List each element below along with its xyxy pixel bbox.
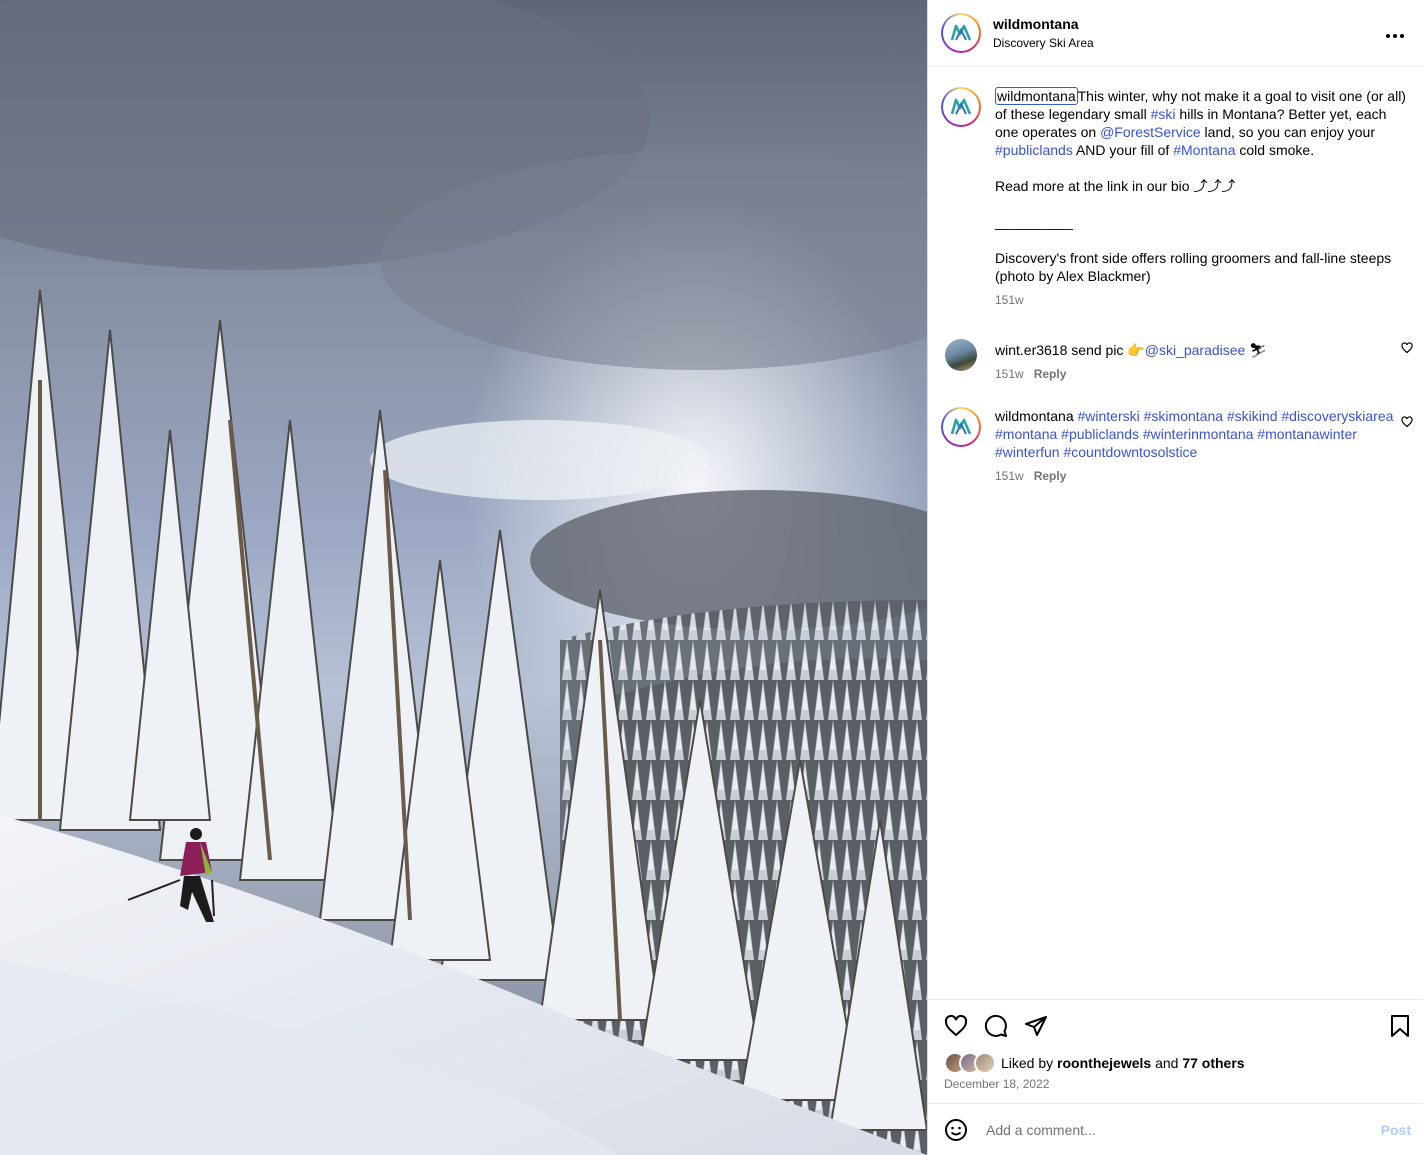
wildmontana-logo-icon — [950, 418, 972, 435]
caption-avatar[interactable] — [941, 87, 981, 127]
mention-link[interactable]: @ForestService — [1100, 124, 1201, 140]
comments-list[interactable]: wildmontana This winter, why not make it … — [928, 67, 1423, 999]
caption-text: wildmontana This winter, why not make it … — [995, 87, 1406, 158]
post-comment-button[interactable]: Post — [1381, 1122, 1411, 1138]
comment-item: wildmontana #winterski #skimontana #skik… — [941, 407, 1413, 485]
bookmark-icon — [1391, 1014, 1409, 1037]
comment-bubble-icon — [984, 1014, 1007, 1037]
wildmontana-logo-icon — [950, 98, 972, 115]
paper-plane-icon — [1025, 1015, 1047, 1036]
comment-username[interactable]: wildmontana — [995, 408, 1074, 424]
hashtag-link[interactable]: #publiclands — [995, 142, 1073, 158]
comment-button[interactable] — [984, 1014, 1008, 1038]
liker-avatars[interactable] — [944, 1052, 996, 1074]
commenter-avatar[interactable] — [941, 407, 981, 447]
share-button[interactable] — [1024, 1014, 1048, 1038]
mention-link[interactable]: @ski_paradisee — [1145, 342, 1246, 358]
comment-username[interactable]: wint.er3618 — [995, 342, 1067, 358]
comment-age[interactable]: 151w — [995, 367, 1024, 381]
heart-icon — [944, 1014, 968, 1036]
post-photo[interactable] — [0, 0, 927, 1155]
more-options-button[interactable] — [1381, 24, 1409, 43]
emoji-icon[interactable] — [944, 1118, 968, 1142]
caption-read-more: Read more at the link in our bio ⤴⤴⤴ — [995, 178, 1236, 194]
save-button[interactable] — [1389, 1014, 1411, 1038]
heart-icon — [1401, 342, 1413, 354]
likes-summary: Liked by roonthejewels and 77 others — [928, 1051, 1423, 1075]
heart-icon — [1401, 416, 1413, 428]
commenter-avatar[interactable] — [945, 339, 977, 371]
post-details-panel: wildmontana Discovery Ski Area wildmonta… — [927, 0, 1423, 1155]
comment-item: wint.er3618 send pic 👉@ski_paradisee ⛷ 1… — [941, 333, 1413, 383]
comment-input[interactable] — [984, 1120, 1381, 1139]
comment-age[interactable]: 151w — [995, 469, 1024, 483]
post-header: wildmontana Discovery Ski Area — [928, 0, 1423, 67]
caption-username[interactable]: wildmontana — [995, 87, 1078, 105]
liked-by-user[interactable]: roonthejewels — [1057, 1055, 1151, 1071]
post-actions — [928, 999, 1423, 1051]
ski-slope-image — [0, 0, 927, 1155]
hashtag-link[interactable]: #ski — [1151, 106, 1176, 122]
likes-count[interactable]: 77 others — [1182, 1055, 1244, 1071]
post-location[interactable]: Discovery Ski Area — [993, 35, 1381, 51]
hashtag-link[interactable]: #Montana — [1173, 142, 1235, 158]
reply-button[interactable]: Reply — [1034, 469, 1067, 483]
author-avatar[interactable] — [941, 13, 981, 53]
caption: wildmontana This winter, why not make it … — [941, 87, 1413, 309]
like-comment-button[interactable] — [1401, 415, 1413, 433]
add-comment-bar: Post — [928, 1103, 1423, 1155]
author-username[interactable]: wildmontana — [993, 15, 1381, 33]
reply-button[interactable]: Reply — [1034, 367, 1067, 381]
like-button[interactable] — [944, 1014, 968, 1038]
post-date[interactable]: December 18, 2022 — [928, 1075, 1423, 1103]
more-horizontal-icon — [1386, 33, 1404, 38]
caption-age[interactable]: 151w — [995, 291, 1413, 309]
caption-divider: __________ — [995, 214, 1073, 230]
like-comment-button[interactable] — [1401, 341, 1413, 359]
wildmontana-logo-icon — [950, 24, 972, 41]
caption-photo-note: Discovery's front side offers rolling gr… — [995, 250, 1392, 284]
